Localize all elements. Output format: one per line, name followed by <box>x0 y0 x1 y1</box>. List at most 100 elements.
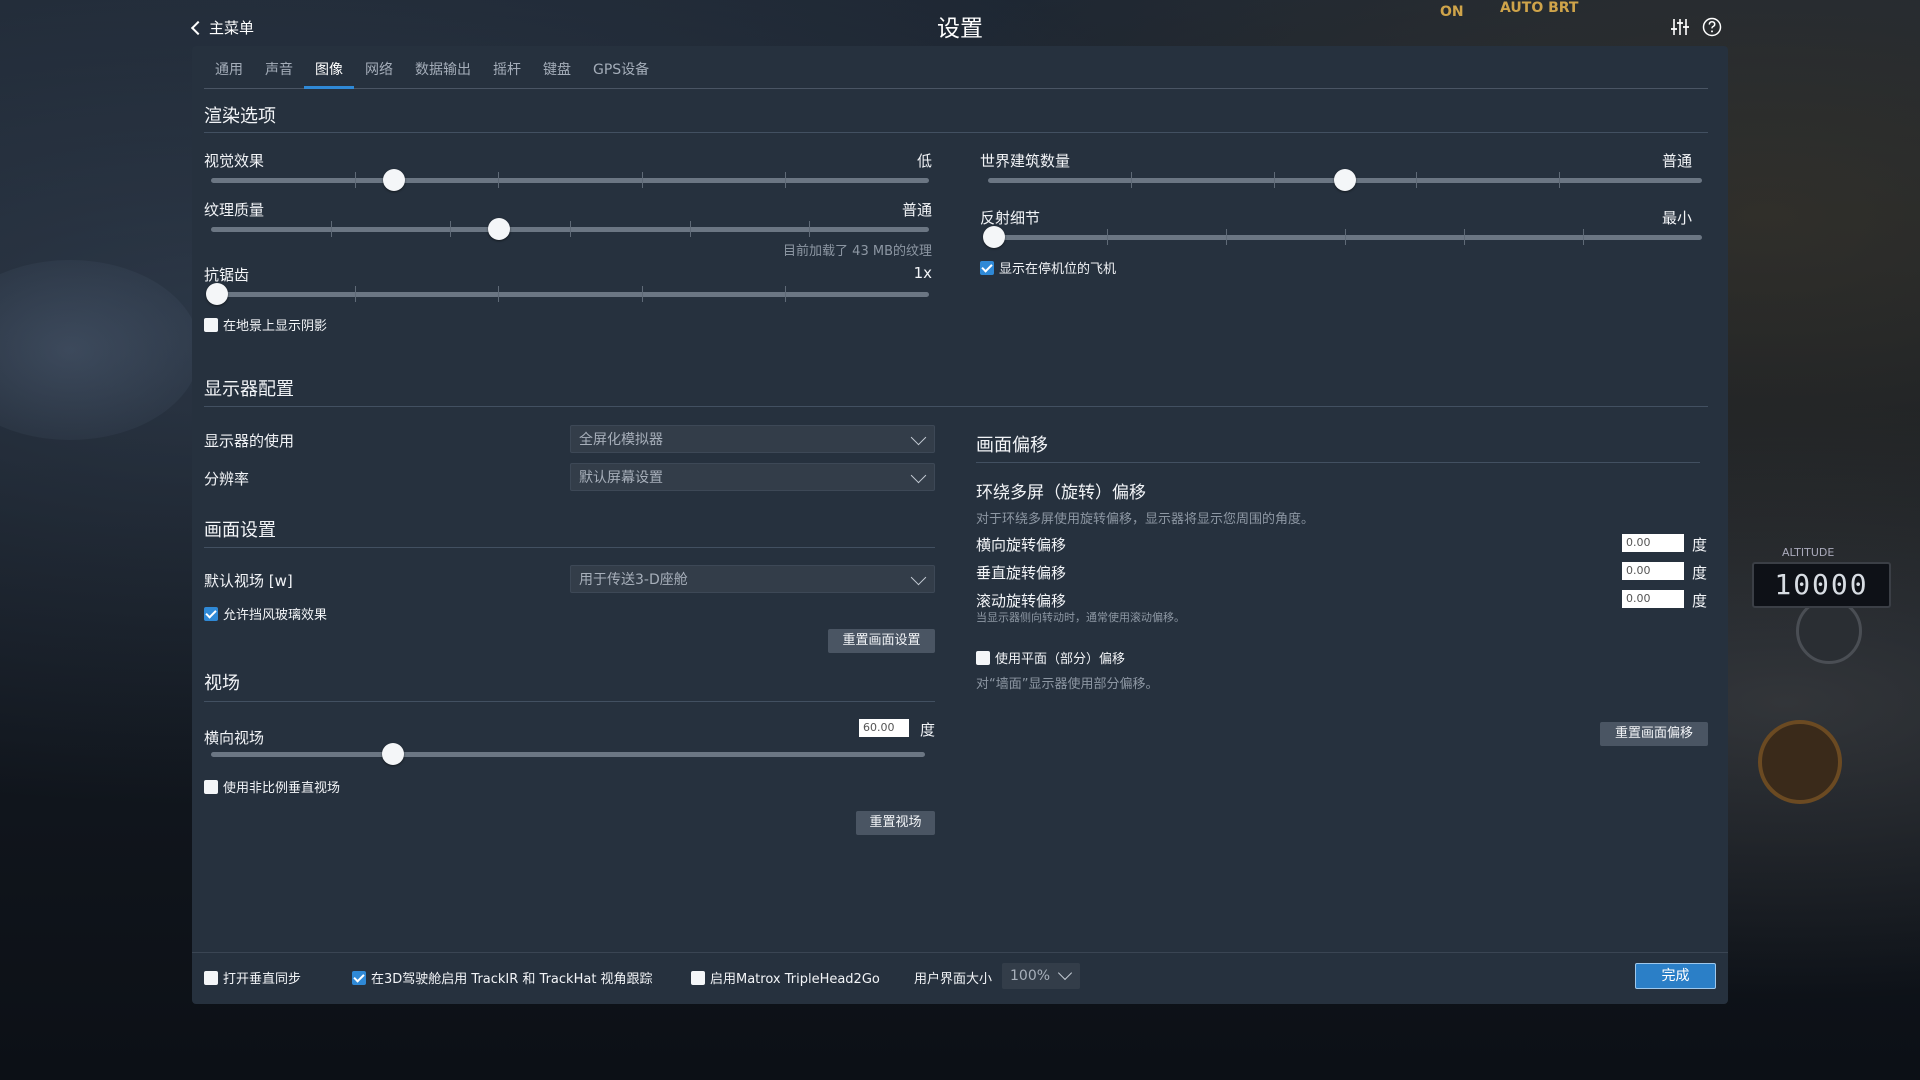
slider-tick <box>570 221 571 237</box>
checkbox-label: 在地景上显示阴影 <box>223 319 328 334</box>
surround-offset-subtitle: 环绕多屏（旋转）偏移 <box>976 483 1146 503</box>
slider-tick <box>1583 229 1584 245</box>
slider-tick <box>331 221 332 237</box>
checkbox-box[interactable] <box>204 606 218 621</box>
tab-keyboard[interactable]: 键盘 <box>532 58 582 87</box>
flat-offset-checkbox[interactable]: 使用平面（部分）偏移 <box>976 648 1125 667</box>
horizontal-fov-input[interactable] <box>859 719 909 737</box>
ui-size-select[interactable]: 100% <box>1002 963 1080 989</box>
checkbox-box[interactable] <box>204 317 218 332</box>
slider-tick <box>690 221 691 237</box>
footer-divider <box>192 952 1728 953</box>
checkbox-box[interactable] <box>204 970 218 985</box>
checkbox-label: 在3D驾驶舱启用 TrackIR 和 TrackHat 视角跟踪 <box>371 972 653 987</box>
tab-sound[interactable]: 声音 <box>254 58 304 87</box>
checkbox-box[interactable] <box>352 970 366 985</box>
divider <box>204 132 1708 133</box>
vertical-offset-input[interactable] <box>1622 562 1684 580</box>
resolution-select[interactable]: 默认屏幕设置 <box>570 463 935 491</box>
flat-offset-note: 对“墙面”显示器使用部分偏移。 <box>976 677 1159 692</box>
visual-effects-slider[interactable] <box>211 169 929 191</box>
trackir-checkbox[interactable]: 在3D驾驶舱启用 TrackIR 和 TrackHat 视角跟踪 <box>352 968 653 987</box>
slider-thumb[interactable] <box>1334 169 1356 191</box>
slider-thumb[interactable] <box>382 743 404 765</box>
checkbox-label: 使用平面（部分）偏移 <box>995 652 1126 667</box>
reset-view-settings-button[interactable]: 重置画面设置 <box>828 629 935 653</box>
texture-quality-slider[interactable] <box>211 218 929 240</box>
horizontal-fov-unit: 度 <box>920 721 936 739</box>
monitor-usage-label: 显示器的使用 <box>204 432 295 450</box>
lateral-offset-label: 横向旋转偏移 <box>976 536 1067 554</box>
world-objects-value: 普通 <box>1661 152 1692 170</box>
non-proportional-fov-checkbox[interactable]: 使用非比例垂直视场 <box>204 777 340 796</box>
tab-joystick[interactable]: 摇杆 <box>482 58 532 87</box>
page-title: 设置 <box>937 16 983 42</box>
checkbox-label: 使用非比例垂直视场 <box>223 781 341 796</box>
reset-fov-button[interactable]: 重置视场 <box>856 811 935 835</box>
slider-tick <box>1345 229 1346 245</box>
slider-track <box>211 752 925 757</box>
reset-view-offset-button[interactable]: 重置画面偏移 <box>1600 722 1708 746</box>
slider-track <box>211 178 929 183</box>
slider-tick <box>809 221 810 237</box>
lateral-offset-input[interactable] <box>1622 534 1684 552</box>
reflection-detail-slider[interactable] <box>983 226 1702 248</box>
slider-tick <box>498 172 499 188</box>
tab-gps-device[interactable]: GPS设备 <box>582 58 660 87</box>
select-value: 全屏化模拟器 <box>579 432 663 448</box>
chevron-down-icon <box>910 429 927 446</box>
background-glow-left <box>0 260 200 440</box>
default-fov-label: 默认视场 [w] <box>204 572 293 590</box>
world-objects-label: 世界建筑数量 <box>980 152 1071 170</box>
slider-thumb[interactable] <box>488 218 510 240</box>
tab-network[interactable]: 网络 <box>354 58 404 87</box>
slider-tick <box>642 286 643 302</box>
monitor-section-title: 显示器配置 <box>204 379 294 400</box>
select-value: 用于传送3-D座舱 <box>579 572 688 588</box>
tab-graphics[interactable]: 图像 <box>304 58 354 89</box>
slider-tick <box>355 172 356 188</box>
reflection-detail-label: 反射细节 <box>980 209 1041 227</box>
roll-offset-input[interactable] <box>1622 590 1684 608</box>
checkbox-box[interactable] <box>691 970 705 985</box>
monitor-usage-select[interactable]: 全屏化模拟器 <box>570 425 935 453</box>
slider-tick <box>1226 229 1227 245</box>
checkbox-label: 打开垂直同步 <box>223 972 302 987</box>
antialiasing-label: 抗锯齿 <box>204 266 250 284</box>
select-value: 默认屏幕设置 <box>579 470 663 486</box>
slider-tick <box>1559 172 1560 188</box>
checkbox-label: 允许挡风玻璃效果 <box>223 608 328 623</box>
slider-tick <box>1464 229 1465 245</box>
default-fov-select[interactable]: 用于传送3-D座舱 <box>570 565 935 593</box>
slider-tick <box>785 172 786 188</box>
checkbox-box[interactable] <box>976 650 990 665</box>
roll-offset-note: 当显示器侧向转动时，通常使用滚动偏移。 <box>976 611 1185 624</box>
matrox-checkbox[interactable]: 启用Matrox TripleHead2Go <box>691 968 880 987</box>
background-knob <box>1758 720 1842 804</box>
slider-tick <box>642 172 643 188</box>
sliders-icon[interactable] <box>1670 17 1690 37</box>
windshield-effects-checkbox[interactable]: 允许挡风玻璃效果 <box>204 604 327 623</box>
antialiasing-slider[interactable] <box>206 283 929 305</box>
slider-thumb[interactable] <box>206 283 228 305</box>
parked-aircraft-checkbox[interactable]: 显示在停机位的飞机 <box>980 258 1116 277</box>
texture-quality-value: 普通 <box>901 201 932 219</box>
visual-effects-value: 低 <box>916 152 932 170</box>
done-button[interactable]: 完成 <box>1635 963 1716 989</box>
divider <box>976 462 1700 463</box>
tab-data-output[interactable]: 数据输出 <box>404 58 482 87</box>
slider-thumb[interactable] <box>383 169 405 191</box>
world-objects-slider[interactable] <box>988 169 1702 191</box>
checkbox-box[interactable] <box>980 260 994 275</box>
tab-general[interactable]: 通用 <box>204 58 254 87</box>
help-circle-icon[interactable] <box>1702 17 1722 37</box>
terrain-shadows-checkbox[interactable]: 在地景上显示阴影 <box>204 315 327 334</box>
slider-thumb[interactable] <box>983 226 1005 248</box>
select-value: 100% <box>1010 968 1051 984</box>
vsync-checkbox[interactable]: 打开垂直同步 <box>204 968 301 987</box>
divider <box>204 701 935 702</box>
slider-tick <box>498 286 499 302</box>
horizontal-fov-slider[interactable] <box>211 743 925 765</box>
checkbox-label: 启用Matrox TripleHead2Go <box>710 972 880 987</box>
checkbox-box[interactable] <box>204 779 218 794</box>
